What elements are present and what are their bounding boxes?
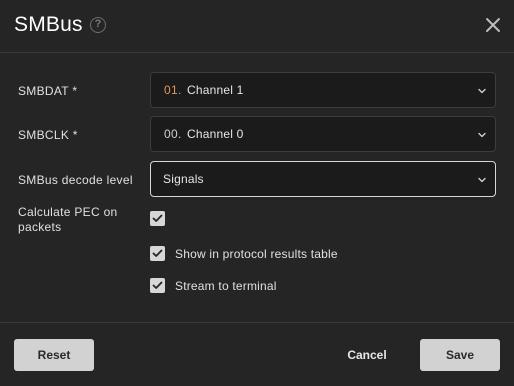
show-in-table-label: Show in protocol results table xyxy=(175,247,338,261)
chevron-down-icon xyxy=(478,177,486,183)
dialog-footer: Reset Cancel Save xyxy=(0,322,514,386)
chevron-down-icon xyxy=(478,132,486,138)
smbclk-channel-name: Channel 0 xyxy=(187,127,244,141)
calculate-pec-label-line1: Calculate PEC on xyxy=(18,205,118,219)
decode-level-label: SMBus decode level xyxy=(18,173,133,187)
smbdat-channel-name: Channel 1 xyxy=(187,83,244,97)
smbus-dialog: SMBus ? SMBDAT * 01. Channel 1 SMBCLK * … xyxy=(0,0,514,386)
smbclk-select[interactable]: 00. Channel 0 xyxy=(150,116,496,152)
smbdat-label: SMBDAT * xyxy=(18,84,78,98)
smbclk-label: SMBCLK * xyxy=(18,128,78,142)
smbdat-select[interactable]: 01. Channel 1 xyxy=(150,72,496,108)
chevron-down-icon xyxy=(478,88,486,94)
stream-terminal-checkbox[interactable] xyxy=(150,278,165,293)
checkmark-icon xyxy=(152,249,163,257)
reset-button[interactable]: Reset xyxy=(14,339,94,371)
decode-level-value: Signals xyxy=(163,172,204,186)
save-button[interactable]: Save xyxy=(420,339,500,371)
help-icon[interactable]: ? xyxy=(90,17,106,33)
smbclk-channel-number: 00. xyxy=(164,127,182,141)
calculate-pec-checkbox[interactable] xyxy=(150,211,165,226)
dialog-header: SMBus ? xyxy=(0,0,514,53)
show-in-table-checkbox[interactable] xyxy=(150,246,165,261)
decode-level-select[interactable]: Signals xyxy=(150,161,496,197)
calculate-pec-label: Calculate PEC on packets xyxy=(18,205,118,235)
cancel-button[interactable]: Cancel xyxy=(332,339,402,371)
stream-terminal-label: Stream to terminal xyxy=(175,279,277,293)
close-icon[interactable] xyxy=(484,16,502,34)
checkmark-icon xyxy=(152,214,163,222)
smbdat-channel-number: 01. xyxy=(164,83,182,97)
calculate-pec-label-line2: packets xyxy=(18,220,62,234)
dialog-title: SMBus xyxy=(14,13,83,36)
checkmark-icon xyxy=(152,281,163,289)
